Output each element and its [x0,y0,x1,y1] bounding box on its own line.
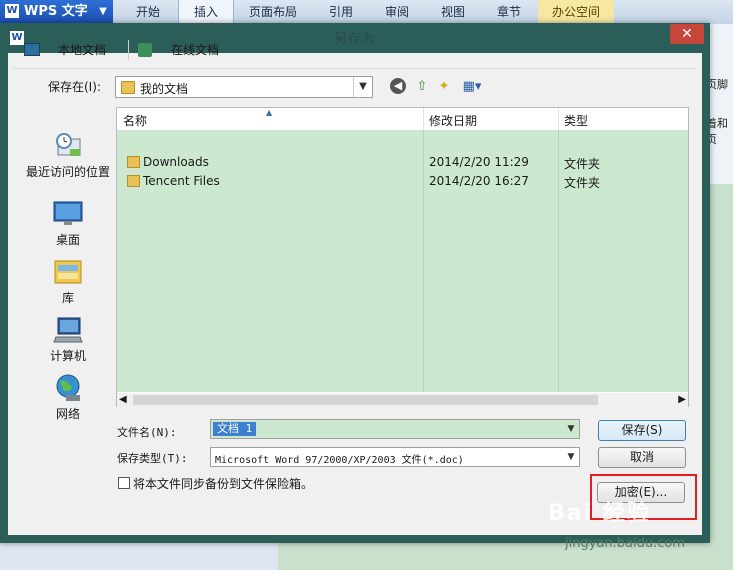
ribbon-side-label[interactable]: 着和页 [706,115,733,147]
place-library-label: 库 [61,291,74,305]
wps-logo-icon: W [5,4,19,18]
ribbon-tab-office-space[interactable]: 办公空间 [538,0,614,24]
horizontal-scrollbar[interactable]: ◀ ▶ [117,393,688,407]
chevron-down-icon: ▼ [353,77,372,97]
chevron-down-icon: ▼ [99,6,107,17]
file-list-header [117,108,688,131]
file-date: 2014/2/20 11:29 [429,155,529,169]
online-docs-icon [138,43,152,57]
backup-checkbox[interactable] [118,477,130,489]
save-in-label: 保存在(I): [48,80,101,94]
close-icon: ✕ [681,26,693,42]
place-network-label: 网络 [55,407,80,421]
column-type[interactable]: 类型 [564,112,588,129]
view-menu-icon[interactable]: ▦▾ [458,78,486,96]
filename-input[interactable]: 文档 1 ▼ [210,419,580,439]
file-name: Tencent Files [143,174,220,188]
local-docs-icon [24,43,40,56]
cancel-button[interactable]: 取消 [598,447,686,468]
ribbon-tab-review[interactable]: 审阅 [370,0,424,24]
place-recent[interactable]: 最近访问的位置 [23,131,113,180]
scroll-left-icon[interactable]: ◀ [119,393,127,407]
ribbon-tab-home[interactable]: 开始 [120,0,176,24]
filetype-value: Microsoft Word 97/2000/XP/2003 文件(*.doc) [215,455,464,466]
filename-value: 文档 1 [213,422,257,436]
file-date: 2014/2/20 16:27 [429,174,529,188]
chevron-down-icon[interactable]: ▼ [563,420,579,438]
place-library[interactable]: 库 [23,257,113,306]
computer-icon [53,317,83,343]
ribbon-tab-insert[interactable]: 插入 [178,0,234,25]
tab-divider [128,40,129,60]
tabs-divider-line [14,68,696,69]
place-desktop-label: 桌面 [55,233,80,247]
file-type: 文件夹 [564,157,601,171]
folder-icon [127,156,140,168]
location-dropdown[interactable]: 我的文档 ▼ [115,76,373,98]
column-name[interactable]: 名称 [123,112,147,129]
wps-app-name: WPS 文字 [24,4,88,19]
file-row[interactable]: Tencent Files 2014/2/20 16:27 文件夹 [117,172,688,191]
scroll-right-icon[interactable]: ▶ [678,393,686,407]
tab-online-docs[interactable]: 在线文档 [171,36,219,64]
back-icon[interactable]: ◀ [390,78,406,94]
filename-label: 文件名(N): [117,426,177,439]
ribbon-tab-references[interactable]: 引用 [314,0,368,24]
column-separator[interactable] [558,108,559,130]
ribbon-tab-view[interactable]: 视图 [426,0,480,24]
desktop-icon [53,201,83,225]
place-computer-label: 计算机 [49,349,86,363]
watermark-url: jingyan.baidu.com [565,536,685,551]
save-button[interactable]: 保存(S) [598,420,686,441]
wps-app-button[interactable]: W WPS 文字 ▼ [0,0,113,24]
file-row[interactable]: Downloads 2014/2/20 11:29 文件夹 [117,153,688,172]
folder-icon [127,175,140,187]
scroll-thumb[interactable] [133,395,598,405]
library-icon [54,260,82,284]
ribbon-tab-chapter[interactable]: 章节 [482,0,536,24]
recent-places-icon [56,133,81,156]
chevron-down-icon: ▼ [567,452,575,462]
up-folder-icon[interactable]: ⇧ [413,78,431,96]
document-margin [0,540,278,570]
place-recent-label: 最近访问的位置 [25,165,110,179]
filetype-dropdown[interactable]: Microsoft Word 97/2000/XP/2003 文件(*.doc)… [210,447,580,467]
dialog-title: 另存为 [333,32,376,47]
file-name: Downloads [143,155,209,169]
new-folder-icon[interactable]: ✦ [435,78,453,96]
column-separator[interactable] [423,108,424,130]
place-desktop[interactable]: 桌面 [23,199,113,248]
close-button[interactable]: ✕ [670,24,704,44]
location-value: 我的文档 [140,82,189,96]
watermark-brand: Bai 经验 [548,501,651,526]
network-icon [56,374,80,401]
ribbon-tab-page-layout[interactable]: 页面布局 [236,0,310,24]
sort-arrow-icon: ▲ [266,108,273,117]
tab-local-docs[interactable]: 本地文档 [58,36,106,64]
filetype-label: 保存类型(T): [117,452,188,465]
places-bar: 最近访问的位置 桌面 库 计算机 网络 [23,103,113,463]
folder-icon [121,81,135,94]
backup-checkbox-label[interactable]: 将本文件同步备份到文件保险箱。 [133,475,313,492]
place-computer[interactable]: 计算机 [23,315,113,364]
column-date[interactable]: 修改日期 [429,112,477,129]
file-type: 文件夹 [564,176,601,190]
place-network[interactable]: 网络 [23,373,113,422]
